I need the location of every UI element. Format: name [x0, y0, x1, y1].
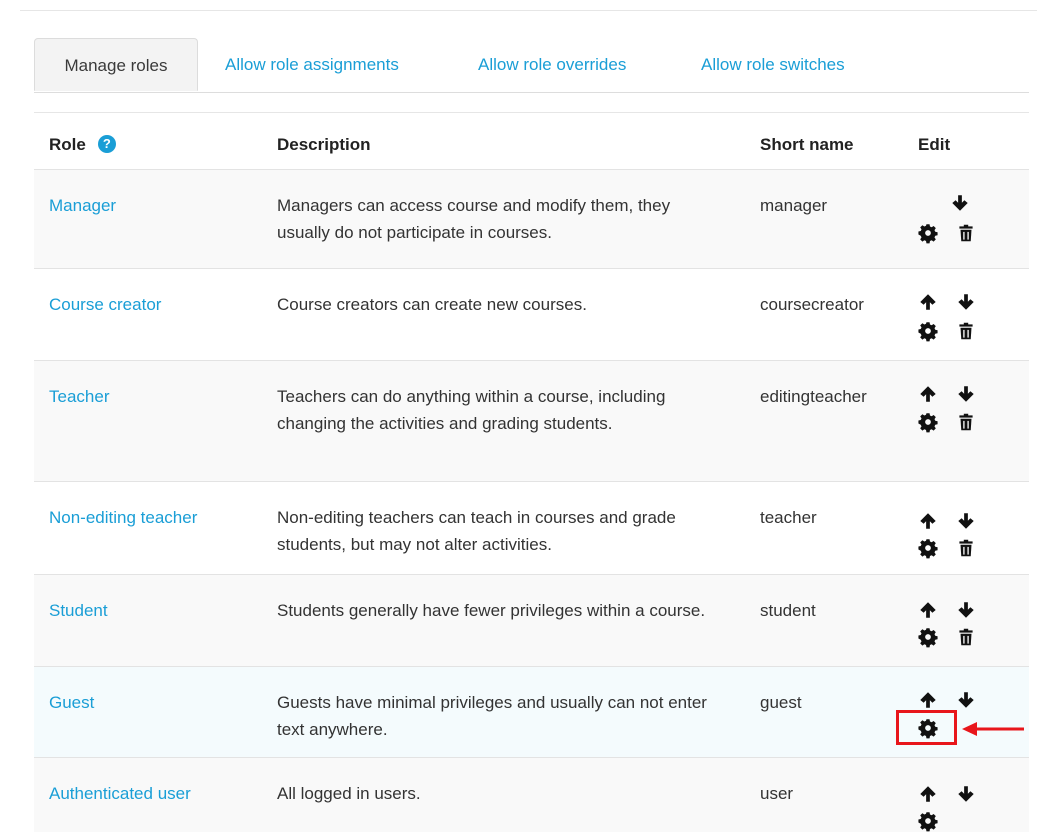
table-row: Authenticated user All logged in users. … [34, 758, 1029, 832]
role-description: Guests have minimal privileges and usual… [277, 693, 707, 739]
arrow-down-icon[interactable] [955, 383, 977, 405]
gear-icon[interactable] [917, 717, 939, 739]
role-description: Students generally have fewer privileges… [277, 601, 706, 620]
arrow-down-icon[interactable] [955, 599, 977, 621]
table-row: Non-editing teacher Non-editing teachers… [34, 482, 1029, 575]
role-link-student[interactable]: Student [49, 597, 264, 624]
role-short-name: editingteacher [760, 387, 867, 406]
table-row: Course creator Course creators can creat… [34, 269, 1029, 361]
arrow-down-icon[interactable] [955, 291, 977, 313]
pointer-arrow-icon [962, 722, 1024, 736]
short-name-header: Short name [760, 135, 854, 154]
trash-icon[interactable] [955, 222, 977, 244]
role-link-authenticated-user[interactable]: Authenticated user [49, 780, 264, 807]
tab-bar: Manage roles Allow role assignments Allo… [34, 38, 1029, 93]
role-description: Managers can access course and modify th… [277, 196, 671, 242]
arrow-up-icon[interactable] [917, 383, 939, 405]
trash-icon[interactable] [955, 320, 977, 342]
tab-allow-role-overrides[interactable]: Allow role overrides [478, 38, 626, 91]
role-short-name: coursecreator [760, 295, 864, 314]
trash-icon[interactable] [955, 537, 977, 559]
help-icon[interactable]: ? [97, 134, 116, 153]
table-row: Manager Managers can access course and m… [34, 170, 1029, 269]
top-divider [20, 10, 1037, 11]
gear-icon[interactable] [917, 411, 939, 433]
manage-roles-page: Manage roles Allow role assignments Allo… [0, 0, 1037, 832]
role-short-name: manager [760, 196, 828, 215]
role-header-label: Role [49, 135, 86, 154]
role-description: Course creators can create new courses. [277, 295, 587, 314]
role-description: Teachers can do anything within a course… [277, 387, 666, 433]
arrow-up-icon[interactable] [917, 510, 939, 532]
role-short-name: student [760, 601, 816, 620]
role-link-course-creator[interactable]: Course creator [49, 291, 264, 318]
tab-manage-roles[interactable]: Manage roles [34, 38, 198, 91]
tab-allow-role-switches[interactable]: Allow role switches [701, 38, 845, 91]
arrow-up-icon[interactable] [917, 599, 939, 621]
arrow-down-icon[interactable] [955, 689, 977, 711]
role-link-non-editing-teacher[interactable]: Non-editing teacher [49, 504, 264, 531]
table-header-row: Role? Description Short name Edit [34, 113, 1029, 170]
role-header: Role? [49, 131, 264, 158]
tab-allow-role-assignments[interactable]: Allow role assignments [225, 38, 399, 91]
trash-icon[interactable] [955, 626, 977, 648]
table-row: Guest Guests have minimal privileges and… [34, 667, 1029, 758]
role-link-manager[interactable]: Manager [49, 192, 264, 219]
gear-icon[interactable] [917, 810, 939, 832]
arrow-up-icon[interactable] [917, 689, 939, 711]
gear-icon[interactable] [917, 537, 939, 559]
role-link-guest[interactable]: Guest [49, 689, 264, 716]
role-link-teacher[interactable]: Teacher [49, 383, 264, 410]
role-short-name: user [760, 784, 794, 803]
arrow-down-icon[interactable] [949, 192, 971, 214]
arrow-up-icon[interactable] [917, 291, 939, 313]
trash-icon[interactable] [955, 411, 977, 433]
role-short-name: teacher [760, 508, 817, 527]
table-row: Student Students generally have fewer pr… [34, 575, 1029, 667]
roles-table: Role? Description Short name Edit Manage… [34, 112, 1029, 832]
arrow-up-icon[interactable] [917, 783, 939, 805]
gear-icon[interactable] [917, 320, 939, 342]
gear-icon[interactable] [917, 626, 939, 648]
gear-icon[interactable] [917, 222, 939, 244]
arrow-down-icon[interactable] [955, 783, 977, 805]
edit-header: Edit [918, 135, 951, 154]
role-description: Non-editing teachers can teach in course… [277, 508, 676, 554]
role-description: All logged in users. [277, 784, 421, 803]
table-row: Teacher Teachers can do anything within … [34, 361, 1029, 482]
arrow-down-icon[interactable] [955, 510, 977, 532]
description-header: Description [277, 135, 371, 154]
